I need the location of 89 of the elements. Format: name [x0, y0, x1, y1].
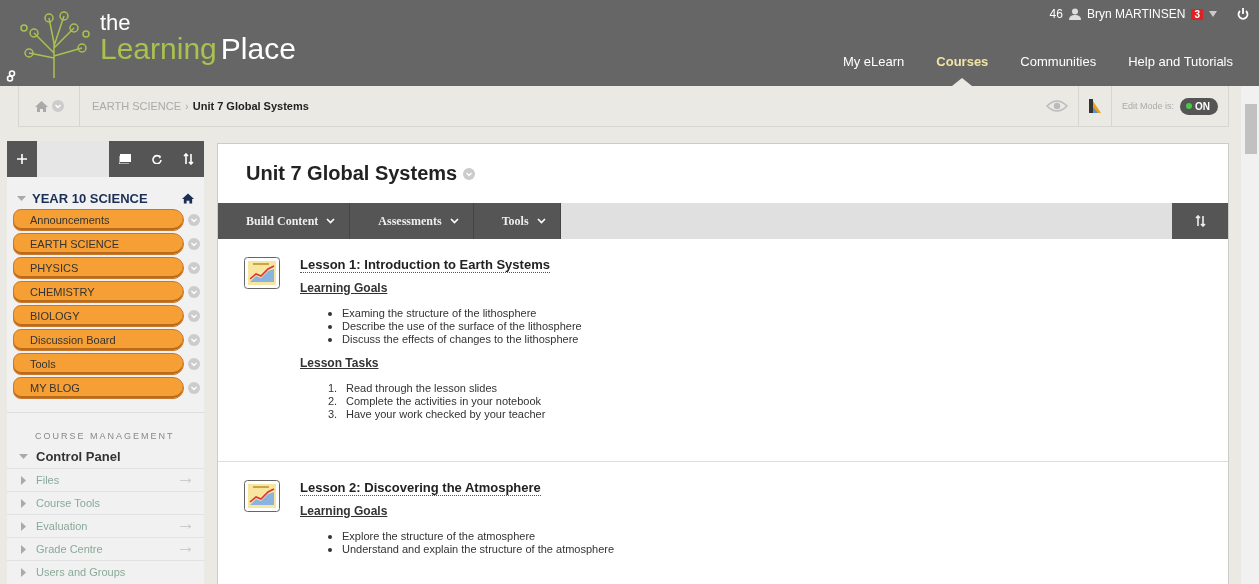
list-item-text: Explore the structure of the atmosphere: [342, 530, 536, 543]
nav-tab[interactable]: Help and Tutorials: [1112, 54, 1249, 86]
list-item-text: Examing the structure of the lithosphere: [342, 307, 537, 320]
section-heading: Learning Goals: [300, 281, 388, 295]
list-item-text: Have your work checked by your teacher: [346, 408, 546, 421]
chevron-icon: [536, 218, 546, 224]
sort-icon[interactable]: [1194, 215, 1206, 227]
search-field[interactable]: [37, 141, 109, 177]
page-title: Unit 7 Global Systems: [246, 162, 458, 185]
course-title[interactable]: YEAR 10 SCIENCE: [32, 191, 148, 206]
section-heading: COURSE MANAGEMENT: [7, 412, 204, 445]
logo-text: Learning: [100, 34, 217, 64]
list-item-text: Understand and explain the structure of the atmosphere: [342, 543, 615, 556]
options-icon[interactable]: [188, 238, 200, 250]
options-icon[interactable]: [188, 334, 200, 346]
options-icon[interactable]: [188, 358, 200, 370]
course-menu-item[interactable]: Tools: [13, 353, 184, 375]
bullet-icon: [328, 534, 332, 539]
list-item-text: Complete the activities in your notebook: [346, 395, 542, 408]
expand-icon[interactable]: [19, 567, 28, 577]
scrollbar-thumb[interactable]: [1245, 104, 1257, 154]
course-menu-item[interactable]: Announcements: [13, 209, 184, 231]
alert-badge[interactable]: 3: [1191, 8, 1203, 20]
breadcrumb-separator: ›: [185, 100, 189, 112]
power-icon[interactable]: [1237, 7, 1249, 21]
bullet-icon: [328, 547, 332, 552]
palette-icon[interactable]: [1088, 99, 1101, 113]
options-icon[interactable]: [188, 286, 200, 298]
list-item-text: Describe the use of the surface of the lithosphere: [342, 320, 582, 333]
chart-document-icon: [244, 257, 280, 289]
bullet-icon: [328, 337, 332, 342]
logo-text: Place: [220, 34, 296, 64]
control-panel-title[interactable]: Control Panel: [36, 449, 121, 464]
expand-icon[interactable]: [19, 452, 28, 461]
expand-icon[interactable]: [19, 544, 28, 554]
user-name[interactable]: Bryn MARTINSEN: [1086, 7, 1186, 21]
section-heading: Learning Goals: [300, 504, 388, 518]
notification-count: 46: [1049, 7, 1063, 21]
options-icon[interactable]: [188, 262, 200, 274]
reorder-button[interactable]: [1172, 203, 1228, 239]
course-menu-item[interactable]: BIOLOGY: [13, 305, 184, 327]
options-icon[interactable]: [51, 100, 64, 112]
course-menu-item[interactable]: Discussion Board: [13, 329, 184, 351]
home-icon[interactable]: [182, 193, 194, 204]
chevron-icon: [449, 218, 459, 224]
expand-icon[interactable]: [19, 521, 28, 531]
lesson-title-link[interactable]: Lesson 1: Introduction to Earth Systems: [300, 257, 550, 273]
section-heading: Lesson Tasks: [300, 356, 379, 370]
plus-icon: [17, 154, 27, 164]
expand-icon[interactable]: [17, 194, 26, 203]
eye-icon[interactable]: [1045, 99, 1068, 113]
list-number: 1.: [328, 382, 339, 395]
bullet-icon: [328, 311, 332, 316]
list-number: 2.: [328, 395, 339, 408]
link-icon[interactable]: [6, 70, 16, 82]
arrow-icon[interactable]: [180, 523, 192, 529]
chevron-icon: [326, 218, 336, 224]
arrow-icon[interactable]: [180, 477, 192, 483]
edit-mode-label: Edit Mode is:: [1121, 101, 1174, 111]
logo-text: the: [100, 12, 132, 34]
course-menu-item[interactable]: CHEMISTRY: [13, 281, 184, 303]
course-menu-item[interactable]: MY BLOG: [13, 377, 184, 399]
window-icon[interactable]: [119, 154, 132, 164]
user-icon: [1068, 8, 1081, 20]
options-icon[interactable]: [463, 167, 476, 180]
breadcrumb-current: Unit 7 Global Systems: [192, 100, 309, 112]
course-menu-item[interactable]: PHYSICS: [13, 257, 184, 279]
list-item-text: Discuss the effects of changes to the lithosphere: [342, 333, 579, 346]
course-menu-item[interactable]: EARTH SCIENCE: [13, 233, 184, 255]
options-icon[interactable]: [188, 310, 200, 322]
expand-icon[interactable]: [19, 498, 28, 508]
dropdown-icon[interactable]: [1209, 11, 1217, 17]
options-icon[interactable]: [188, 382, 200, 394]
nav-tab[interactable]: Courses: [920, 54, 1005, 86]
bullet-icon: [328, 324, 332, 329]
menu-button[interactable]: Build Content: [218, 203, 351, 239]
expand-icon[interactable]: [19, 475, 28, 485]
options-icon[interactable]: [188, 214, 200, 226]
lesson-title-link[interactable]: Lesson 2: Discovering the Atmosphere: [300, 480, 541, 496]
edit-mode-toggle[interactable]: ON: [1180, 97, 1218, 115]
list-item-text: Read through the lesson slides: [346, 382, 498, 395]
nav-tab[interactable]: Communities: [1004, 54, 1113, 86]
list-number: 3.: [328, 408, 339, 421]
refresh-icon[interactable]: [152, 154, 162, 164]
menu-button[interactable]: Tools: [473, 203, 561, 239]
chart-document-icon: [244, 480, 280, 512]
nav-tab[interactable]: My eLearn: [826, 54, 921, 86]
arrow-icon[interactable]: [180, 546, 192, 552]
menu-button[interactable]: Assessments: [350, 203, 474, 239]
